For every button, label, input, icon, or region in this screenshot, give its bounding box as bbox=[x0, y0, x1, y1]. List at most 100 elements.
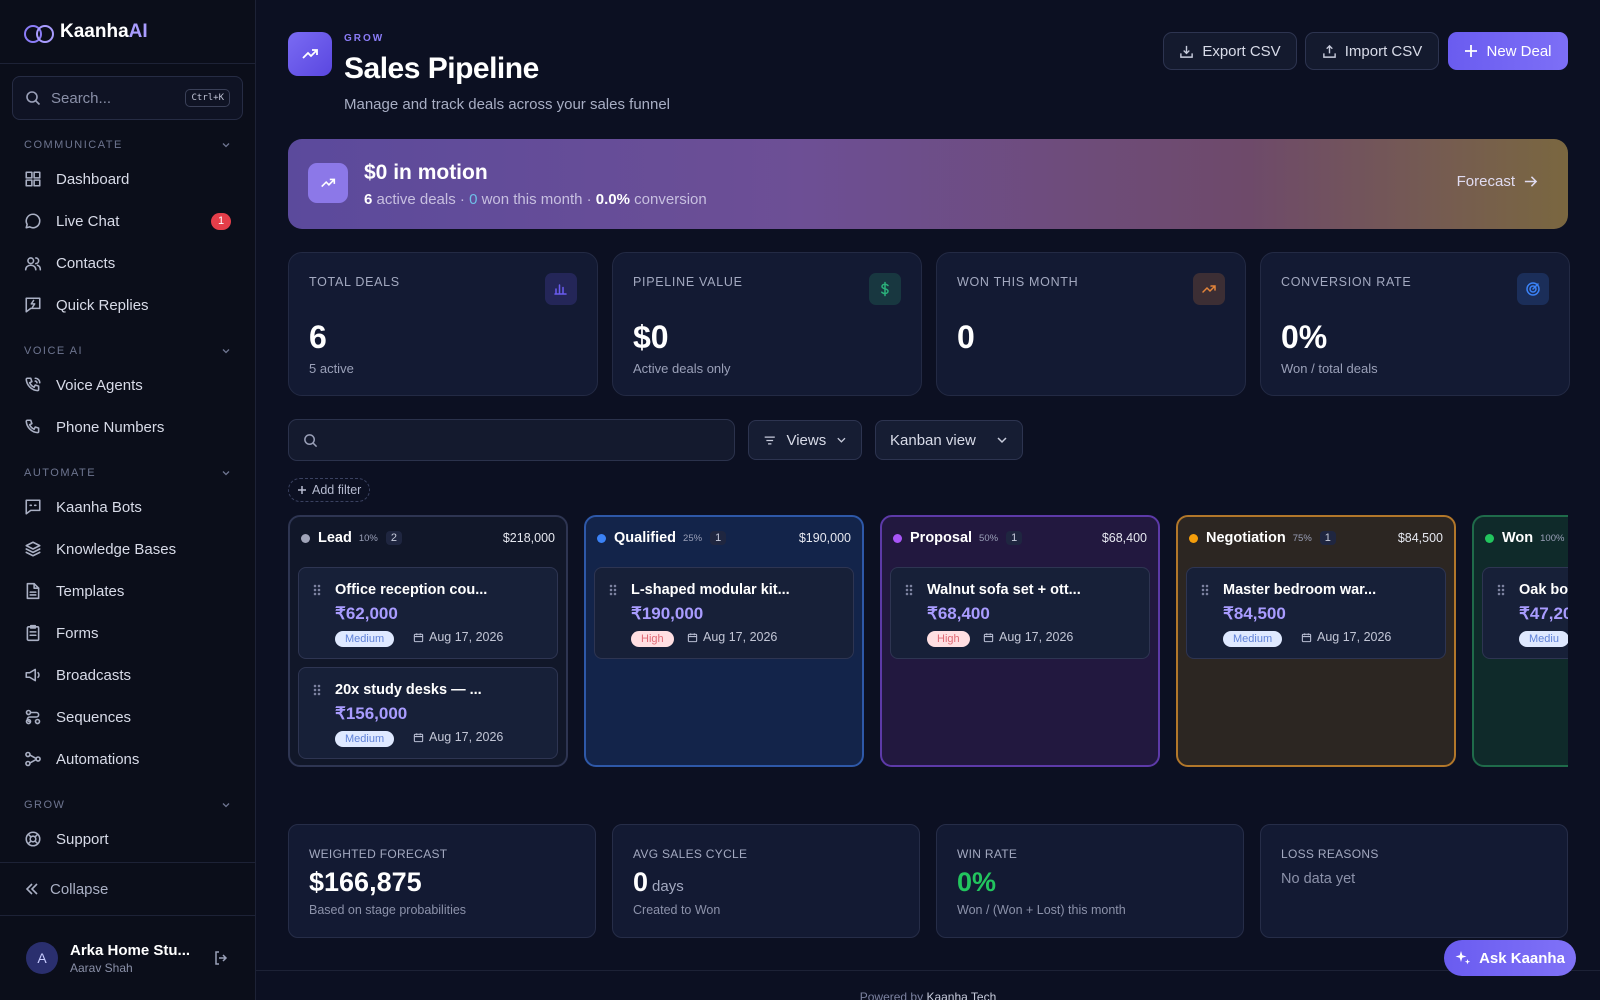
column-probability: 25% bbox=[683, 532, 703, 544]
views-label: Views bbox=[786, 431, 827, 449]
column-value: $190,000 bbox=[798, 531, 851, 545]
sidebar-item-label: Voice Agents bbox=[56, 376, 143, 394]
chevron-down-icon bbox=[222, 803, 230, 808]
stat-icon-box bbox=[1193, 273, 1225, 305]
sidebar-item-voice-agents[interactable]: Voice Agents bbox=[0, 364, 255, 406]
priority-badge: Medium bbox=[335, 731, 395, 747]
forecast-label: Forecast bbox=[1456, 173, 1515, 190]
column-header: Qualified 25% 1 $190,000 bbox=[586, 517, 862, 559]
stat-card-won-this-month: WON THIS MONTH 0 bbox=[936, 252, 1246, 396]
deal-date-text: Aug 17, 2026 bbox=[429, 730, 504, 744]
sidebar-item-quick-replies[interactable]: Quick Replies bbox=[0, 284, 255, 326]
column-name: Lead bbox=[318, 530, 352, 546]
drag-handle-icon[interactable] bbox=[905, 584, 913, 596]
new-deal-button[interactable]: New Deal bbox=[1448, 32, 1568, 70]
sidebar-item-forms[interactable]: Forms bbox=[0, 612, 255, 654]
nav-section-title: COMMUNICATE bbox=[24, 139, 123, 151]
drag-handle-icon[interactable] bbox=[1201, 584, 1209, 596]
footer-brand[interactable]: Kaanha Tech bbox=[926, 990, 996, 1000]
views-dropdown[interactable]: Views bbox=[748, 420, 862, 460]
drag-handle-icon[interactable] bbox=[609, 584, 617, 596]
metric-card-avg-sales-cycle: AVG SALES CYCLE 0 days Created to Won bbox=[612, 824, 920, 938]
deal-card[interactable]: Oak bo ₹47,20 Mediu bbox=[1482, 567, 1568, 659]
drag-handle-icon[interactable] bbox=[1497, 584, 1505, 596]
kanban-column-won: Won 100% Oak bo ₹47,20 Mediu bbox=[1472, 515, 1568, 767]
sidebar-item-knowledge-bases[interactable]: Knowledge Bases bbox=[0, 528, 255, 570]
plus-icon bbox=[1465, 45, 1478, 57]
sidebar-item-contacts[interactable]: Contacts bbox=[0, 242, 255, 284]
column-header: Lead 10% 2 $218,000 bbox=[290, 517, 566, 559]
deal-card[interactable]: 20x study desks — ... ₹156,000 Medium Au… bbox=[298, 667, 558, 759]
deal-title: Master bedroom war... bbox=[1223, 582, 1377, 598]
sidebar-item-automations[interactable]: Automations bbox=[0, 738, 255, 780]
stat-icon-box bbox=[869, 273, 901, 305]
sidebar-item-support[interactable]: Support bbox=[0, 818, 255, 860]
deal-card[interactable]: Walnut sofa set + ott... ₹68,400 High Au… bbox=[890, 567, 1150, 659]
chevrons-left-icon bbox=[25, 883, 38, 895]
column-header: Won 100% bbox=[1474, 517, 1568, 559]
sidebar-item-live-chat[interactable]: Live Chat 1 bbox=[0, 200, 255, 242]
metric-value-wrap: 0% bbox=[957, 867, 996, 898]
drag-handle-icon[interactable] bbox=[313, 684, 321, 696]
export-csv-button[interactable]: Export CSV bbox=[1163, 32, 1297, 70]
sidebar-item-kaanha-bots[interactable]: Kaanha Bots bbox=[0, 486, 255, 528]
chevron-down-icon bbox=[222, 471, 230, 476]
metric-value-wrap: $166,875 bbox=[309, 867, 422, 898]
stat-subtext: Active deals only bbox=[633, 361, 731, 376]
sidebar-item-label: Kaanha Bots bbox=[56, 498, 142, 516]
metric-card-win-rate: WIN RATE 0% Won / (Won + Lost) this mont… bbox=[936, 824, 1244, 938]
view-mode-label: Kanban view bbox=[890, 431, 976, 449]
sidebar-item-label: Automations bbox=[56, 750, 140, 768]
metric-label: WIN RATE bbox=[957, 847, 1018, 861]
infinity-logo-icon bbox=[24, 24, 54, 43]
bot-icon bbox=[25, 499, 41, 515]
sidebar-item-label: Support bbox=[56, 830, 109, 848]
sidebar-item-templates[interactable]: Templates bbox=[0, 570, 255, 612]
user-profile[interactable]: A Arka Home Stu... Aarav Shah bbox=[0, 916, 255, 1000]
deal-card[interactable]: Office reception cou... ₹62,000 Medium A… bbox=[298, 567, 558, 659]
deal-amount: ₹62,000 bbox=[335, 604, 398, 623]
import-csv-button[interactable]: Import CSV bbox=[1305, 32, 1439, 70]
deal-card[interactable]: L-shaped modular kit... ₹190,000 High Au… bbox=[594, 567, 854, 659]
deal-search-input[interactable] bbox=[288, 419, 735, 461]
search-placeholder: Search... bbox=[51, 89, 112, 107]
chevron-down-icon bbox=[222, 143, 230, 148]
deal-date: Aug 17, 2026 bbox=[1301, 630, 1391, 644]
column-count: 1 bbox=[710, 531, 727, 545]
logo[interactable]: KaanhaAI bbox=[0, 0, 255, 64]
sidebar-item-dashboard[interactable]: Dashboard bbox=[0, 158, 255, 200]
sidebar-item-label: Sequences bbox=[56, 708, 132, 726]
phone-wave-icon bbox=[25, 377, 41, 392]
nav-section-voice-ai[interactable]: VOICE AI bbox=[0, 338, 255, 364]
forecast-link[interactable]: Forecast bbox=[1457, 173, 1538, 190]
deal-title: 20x study desks — ... bbox=[335, 682, 482, 698]
add-filter-button[interactable]: Add filter bbox=[288, 478, 371, 502]
view-mode-dropdown[interactable]: Kanban view bbox=[875, 420, 1023, 460]
chevron-down-icon bbox=[997, 437, 1007, 444]
page-icon bbox=[288, 32, 332, 76]
sidebar-search-input[interactable]: Search... Ctrl+K bbox=[12, 76, 243, 120]
metric-card-loss-reasons: LOSS REASONS No data yet bbox=[1260, 824, 1568, 938]
collapse-button[interactable]: Collapse bbox=[0, 862, 255, 916]
sidebar-item-sequences[interactable]: Sequences bbox=[0, 696, 255, 738]
column-name: Proposal bbox=[910, 530, 973, 546]
nav-section-grow[interactable]: GROW bbox=[0, 792, 255, 818]
file-icon bbox=[26, 582, 40, 600]
deal-date: Aug 17, 2026 bbox=[983, 630, 1073, 644]
drag-handle-icon[interactable] bbox=[313, 584, 321, 596]
trend-up-icon bbox=[1202, 285, 1216, 293]
nav-section-automate[interactable]: AUTOMATE bbox=[0, 460, 255, 486]
column-header: Proposal 50% 1 $68,400 bbox=[882, 517, 1158, 559]
logout-icon[interactable] bbox=[213, 950, 229, 966]
sidebar-item-broadcasts[interactable]: Broadcasts bbox=[0, 654, 255, 696]
deal-card[interactable]: Master bedroom war... ₹84,500 Medium Aug… bbox=[1186, 567, 1446, 659]
kanban-column-qualified: Qualified 25% 1 $190,000 L-shaped modula… bbox=[584, 515, 864, 767]
ask-kaanha-button[interactable]: Ask Kaanha bbox=[1444, 940, 1576, 976]
kanban-column-negotiation: Negotiation 75% 1 $84,500 Master bedroom… bbox=[1176, 515, 1456, 767]
deal-date: Aug 17, 2026 bbox=[687, 630, 777, 644]
deal-date-text: Aug 17, 2026 bbox=[429, 630, 504, 644]
sidebar-item-phone-numbers[interactable]: Phone Numbers bbox=[0, 406, 255, 448]
search-icon bbox=[26, 91, 41, 106]
nav-section-communicate[interactable]: COMMUNICATE bbox=[0, 132, 255, 158]
deal-title: L-shaped modular kit... bbox=[631, 582, 790, 598]
